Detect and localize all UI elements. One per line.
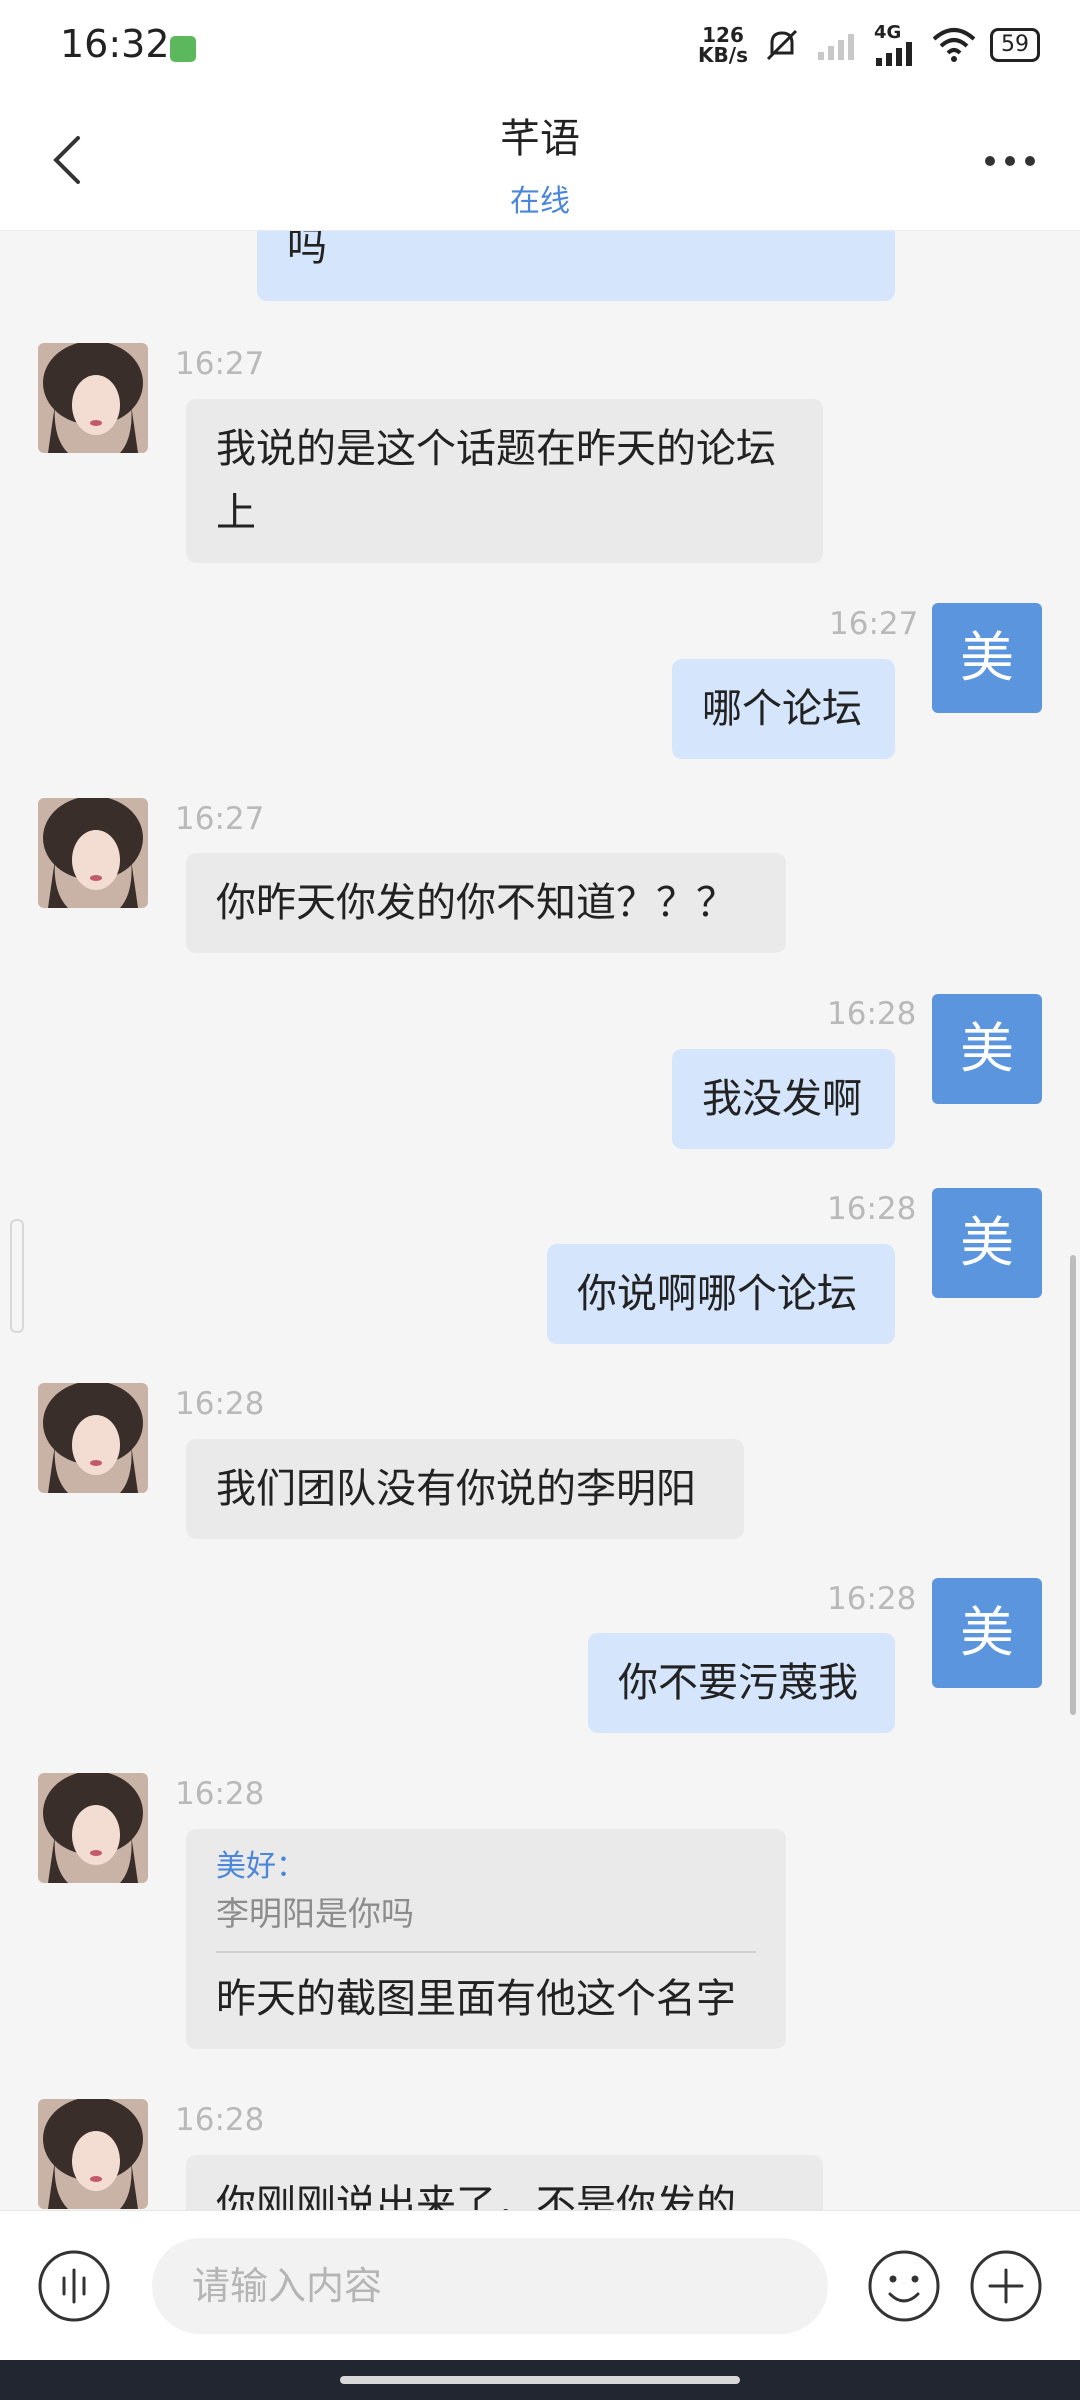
my-avatar[interactable]: 美 <box>932 1578 1042 1688</box>
message-bubble-outgoing[interactable]: 你不要污蔑我 <box>588 1633 895 1733</box>
message-bubble-outgoing[interactable]: 哪个论坛 <box>672 659 895 759</box>
status-icons: 126 KB/s 4G 59 <box>698 24 1040 66</box>
signal-sim2: 4G <box>874 24 918 66</box>
mute-icon <box>766 29 798 61</box>
contact-avatar[interactable] <box>38 2099 148 2209</box>
message-text: 我没发啊 <box>702 1076 862 1122</box>
quoted-text: 李明阳是你吗 <box>216 1894 414 1933</box>
message-bubble-incoming[interactable]: 我说的是这个话题在昨天的论坛上 <box>186 399 823 563</box>
message-bubble-incoming-reply[interactable]: 美好： 李明阳是你吗 昨天的截图里面有他这个名字 <box>186 1829 786 2049</box>
message-bubble-incoming[interactable]: 你昨天你发的你不知道？？？ <box>186 853 786 953</box>
contact-avatar[interactable] <box>38 1773 148 1883</box>
message-list[interactable]: 吗 16:27 我说的是这个话题在昨天的论坛上 16:27 美 哪个论坛 16:… <box>0 231 1080 2210</box>
add-attachment-icon[interactable] <box>968 2248 1044 2324</box>
message-timestamp: 16:28 <box>175 1776 265 1812</box>
signal-sim2-icon <box>876 42 912 66</box>
contact-avatar[interactable] <box>38 798 148 908</box>
message-input[interactable] <box>152 2238 828 2334</box>
quoted-sender: 美好： <box>216 1849 306 1884</box>
message-text: 我说的是这个话题在昨天的论坛上 <box>216 426 776 536</box>
wifi-icon <box>932 28 976 62</box>
status-bar: 16:32 126 KB/s 4G 59 <box>0 0 1080 100</box>
message-bubble-outgoing[interactable]: 我没发啊 <box>672 1049 895 1149</box>
chat-scrollbar[interactable] <box>1070 1255 1076 1715</box>
message-timestamp: 16:27 <box>175 346 265 382</box>
message-input-bar <box>0 2210 1080 2361</box>
message-timestamp: 16:27 <box>829 606 919 642</box>
emoji-icon[interactable] <box>866 2248 942 2324</box>
voice-input-icon[interactable] <box>36 2248 112 2324</box>
app-notification-icon <box>170 36 196 62</box>
network-type: 4G <box>874 22 902 43</box>
message-timestamp: 16:28 <box>827 1191 917 1227</box>
online-status: 在线 <box>510 184 570 219</box>
message-timestamp: 16:28 <box>827 996 917 1032</box>
message-bubble-outgoing[interactable]: 吗 <box>257 231 895 301</box>
contact-avatar[interactable] <box>38 343 148 453</box>
message-timestamp: 16:28 <box>175 2102 265 2138</box>
message-text: 你刚刚说出来了，不是你发的 <box>216 2182 736 2210</box>
network-speed: 126 KB/s <box>698 23 748 67</box>
system-nav-bar <box>0 2360 1080 2400</box>
message-bubble-incoming[interactable]: 你刚刚说出来了，不是你发的 <box>186 2155 823 2210</box>
message-text: 你昨天你发的你不知道？？？ <box>216 880 736 926</box>
message-bubble-outgoing[interactable]: 你说啊哪个论坛 <box>547 1244 895 1344</box>
quote-divider <box>216 1951 756 1953</box>
message-text: 你不要污蔑我 <box>618 1660 858 1706</box>
battery-indicator: 59 <box>990 28 1040 62</box>
message-text: 我们团队没有你说的李明阳 <box>216 1466 696 1512</box>
more-options-icon[interactable] <box>980 146 1040 176</box>
message-timestamp: 16:27 <box>175 801 265 837</box>
my-avatar[interactable]: 美 <box>932 994 1042 1104</box>
header-title-block: 芊语 在线 <box>0 106 1080 220</box>
signal-sim1-icon <box>818 34 854 60</box>
home-indicator[interactable] <box>340 2376 740 2384</box>
message-timestamp: 16:28 <box>827 1581 917 1617</box>
message-bubble-incoming[interactable]: 我们团队没有你说的李明阳 <box>186 1439 744 1539</box>
message-timestamp: 16:28 <box>175 1386 265 1422</box>
my-avatar[interactable]: 美 <box>932 1188 1042 1298</box>
chat-header: 芊语 在线 <box>0 100 1080 231</box>
message-text: 昨天的截图里面有他这个名字 <box>216 1976 736 2022</box>
my-avatar[interactable]: 美 <box>932 603 1042 713</box>
message-text: 哪个论坛 <box>702 686 862 732</box>
message-text: 吗 <box>287 231 327 270</box>
contact-avatar[interactable] <box>38 1383 148 1493</box>
contact-name: 芊语 <box>500 116 580 162</box>
status-time: 16:32 <box>60 22 170 66</box>
side-edge-handle[interactable] <box>10 1219 24 1333</box>
message-text: 你说啊哪个论坛 <box>577 1271 857 1317</box>
